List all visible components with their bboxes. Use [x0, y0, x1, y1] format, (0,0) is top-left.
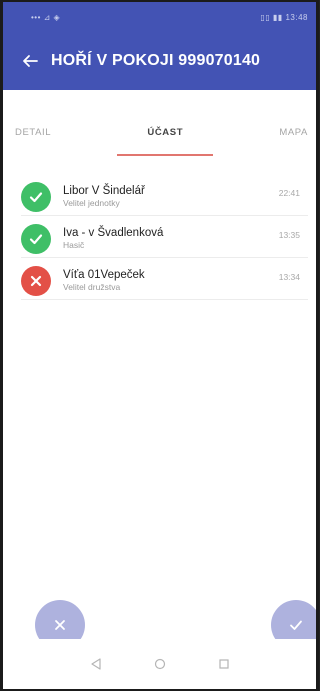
participant-time: 13:34: [278, 272, 300, 282]
list-item[interactable]: Libor V Šindelář Velitel jednotky 22:41: [21, 178, 308, 216]
list-item[interactable]: Iva - v Švadlenková Hasič 13:35: [21, 220, 308, 258]
accepted-status: [21, 181, 51, 212]
participant-time: 13:35: [278, 230, 300, 240]
participant-text: Libor V Šindelář Velitel jednotky: [63, 185, 308, 209]
participant-text: Iva - v Švadlenková Hasič: [63, 227, 308, 251]
circle-home-icon: [154, 658, 165, 670]
tab-detail[interactable]: DETAIL: [15, 127, 51, 156]
list-item[interactable]: Víťa 01Vepeček Velitel družstva 13:34: [21, 262, 308, 300]
close-icon: [55, 620, 65, 630]
participant-role: Velitel jednotky: [63, 197, 120, 208]
declined-status: [21, 265, 51, 296]
participant-role: Hasič: [63, 239, 85, 250]
participant-role: Velitel družstva: [63, 281, 121, 292]
back-button[interactable]: [3, 32, 51, 90]
status-bar-left: ••• ⊿ ◈: [31, 13, 60, 22]
participant-time: 22:41: [278, 188, 300, 198]
page-title: HOŘÍ V POKOJI 999070140: [51, 52, 261, 69]
participant-name: Libor V Šindelář: [63, 184, 145, 197]
nav-home-button[interactable]: [152, 656, 168, 672]
participant-text: Víťa 01Vepeček Velitel družstva: [63, 269, 308, 293]
app-bar: HOŘÍ V POKOJI 999070140: [3, 32, 316, 90]
participant-list: Libor V Šindelář Velitel jednotky 22:41 …: [21, 178, 308, 300]
status-left-text: ••• ⊿ ◈: [31, 12, 61, 22]
check-icon: [29, 233, 43, 244]
check-icon: [290, 620, 302, 630]
phone-screen: ••• ⊿ ◈ ▯▯ ▮▮ 13:48 HOŘÍ V POKOJI 999070…: [0, 0, 319, 691]
participant-name: Iva - v Švadlenková: [63, 226, 164, 239]
back-arrow-icon: [23, 55, 38, 67]
participant-name: Víťa 01Vepeček: [63, 268, 145, 281]
nav-recents-button[interactable]: [216, 656, 232, 672]
tab-ucast[interactable]: ÚČAST: [117, 127, 213, 156]
close-icon: [30, 275, 42, 286]
square-recents-icon: [218, 659, 229, 669]
triangle-back-icon: [90, 658, 101, 670]
status-bar: ••• ⊿ ◈ ▯▯ ▮▮ 13:48: [3, 2, 316, 32]
nav-back-button[interactable]: [88, 656, 104, 672]
system-nav-bar: [3, 639, 316, 689]
tab-mapa[interactable]: MAPA: [279, 127, 308, 156]
accepted-status: [21, 223, 51, 254]
tab-bar: DETAIL ÚČAST MAPA: [3, 90, 316, 178]
check-icon: [29, 191, 43, 202]
status-right-text: ▯▯ ▮▮ 13:48: [260, 12, 308, 22]
status-bar-right: ▯▯ ▮▮ 13:48: [260, 13, 308, 22]
